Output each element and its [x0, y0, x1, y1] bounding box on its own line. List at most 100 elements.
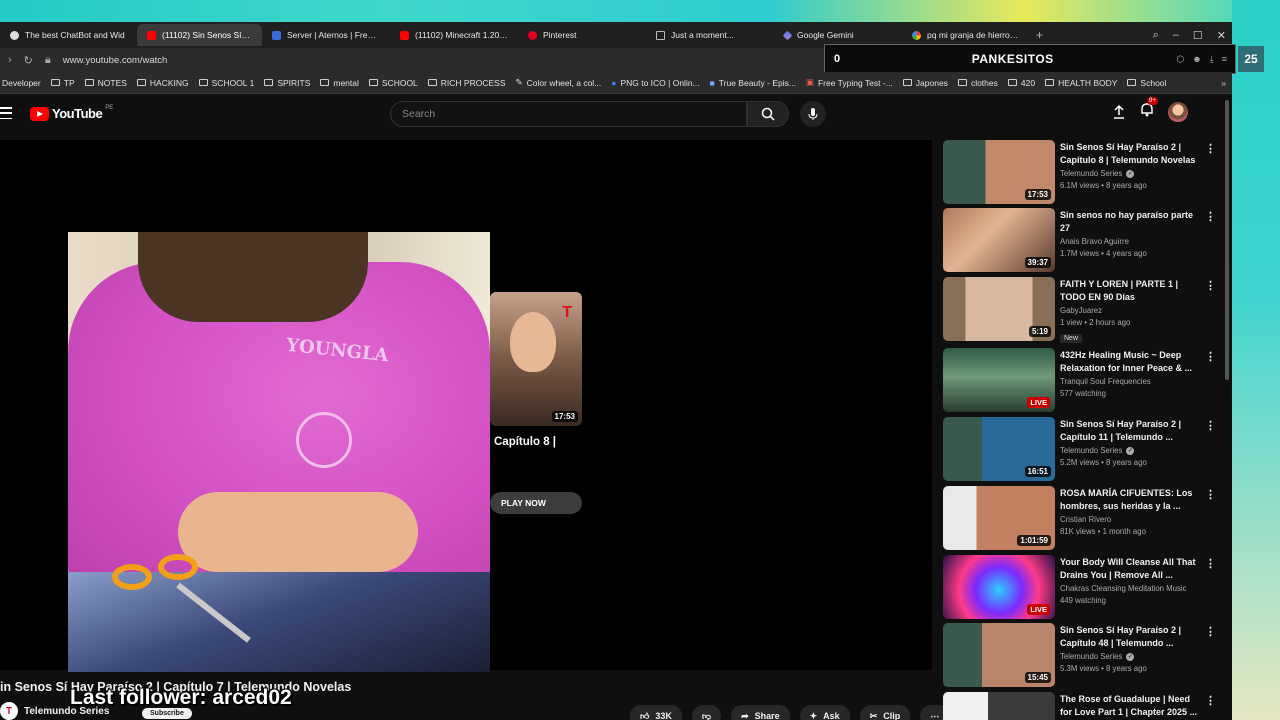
- bookmark-item[interactable]: ■ True Beauty - Epis...: [710, 78, 796, 88]
- bookmark-folder[interactable]: clothes: [957, 78, 998, 88]
- like-button[interactable]: 👍︎ 33K: [630, 705, 682, 720]
- recommendation-channel[interactable]: Tranquil Soul Frequencies: [1060, 377, 1151, 386]
- youtube-logo[interactable]: YouTube PE: [30, 105, 113, 121]
- recommendation-thumbnail[interactable]: 5:19: [943, 277, 1055, 341]
- recommendation-channel[interactable]: Telemundo Series: [1060, 652, 1122, 661]
- recommendation-channel[interactable]: Telemundo Series: [1060, 169, 1122, 178]
- bookmark-folder[interactable]: SCHOOL: [368, 78, 418, 88]
- recommendation-title[interactable]: Sin Senos Sí Hay Paraíso 2 | Capítulo 11…: [1060, 418, 1200, 443]
- bookmark-folder[interactable]: RICH PROCESS: [427, 78, 506, 88]
- recommendation-item[interactable]: 39:37 Sin senos no hay paraíso parte 27 …: [943, 208, 1223, 272]
- account-avatar[interactable]: [1168, 102, 1188, 122]
- profile-icon[interactable]: ☻: [1192, 54, 1201, 65]
- recommendation-title[interactable]: The Rose of Guadalupe | Need for Love Pa…: [1060, 693, 1200, 718]
- bookmark-folder[interactable]: NOTES: [84, 78, 127, 88]
- recommendation-thumbnail[interactable]: [943, 692, 1055, 720]
- reload-icon[interactable]: ↻: [24, 54, 33, 67]
- recommendation-item[interactable]: 17:53 Sin Senos Sí Hay Paraíso 2 | Capít…: [943, 140, 1223, 204]
- recommendation-thumbnail[interactable]: 39:37: [943, 208, 1055, 272]
- bookmark-item[interactable]: ● PNG to ICO | Onlin...: [611, 78, 699, 88]
- kebab-menu-icon[interactable]: ⋮: [1205, 142, 1216, 155]
- voice-search-button[interactable]: [800, 101, 826, 127]
- recommendation-item[interactable]: 1:01:59 ROSA MARÍA CIFUENTES: Los hombre…: [943, 486, 1223, 550]
- forward-icon[interactable]: ›: [8, 54, 12, 66]
- maximize-icon[interactable]: ☐: [1193, 29, 1203, 42]
- recommendation-title[interactable]: FAITH Y LOREN | PARTE 1 | TODO EN 90 Día…: [1060, 278, 1200, 303]
- endcard-title[interactable]: Capítulo 8 |: [494, 436, 556, 448]
- recommendation-thumbnail[interactable]: 16:51: [943, 417, 1055, 481]
- video-player[interactable]: YOUNGLA T 17:53 Capítulo 8 | PLAY NOW: [0, 140, 932, 672]
- recommendation-channel[interactable]: Telemundo Series: [1060, 446, 1122, 455]
- extensions-icon[interactable]: ⬡: [1176, 54, 1184, 65]
- close-icon[interactable]: ✕: [1217, 29, 1226, 42]
- more-bookmarks-icon[interactable]: »: [1221, 78, 1232, 88]
- bookmark-folder[interactable]: TP: [50, 78, 75, 88]
- bookmark-folder[interactable]: School: [1127, 78, 1166, 88]
- notifications-button[interactable]: 9+: [1140, 97, 1158, 122]
- search-input[interactable]: Search: [390, 101, 747, 127]
- new-tab-button[interactable]: +: [1030, 28, 1049, 42]
- endcard-thumbnail[interactable]: T 17:53: [490, 292, 582, 426]
- bookmark-folder[interactable]: SCHOOL 1: [198, 78, 254, 88]
- tab-youtube-active[interactable]: (11102) Sin Senos Sí Hay P: [137, 24, 262, 46]
- site-info-icon[interactable]: 🔒︎: [45, 54, 51, 67]
- bookmark-item[interactable]: ▣ Free Typing Test -...: [806, 77, 893, 88]
- bookmark-folder[interactable]: mental: [320, 78, 359, 88]
- url-field[interactable]: www.youtube.com/watch: [63, 55, 168, 66]
- bookmark-item[interactable]: Developer: [2, 78, 41, 88]
- recommendation-thumbnail[interactable]: 15:45: [943, 623, 1055, 687]
- upload-icon[interactable]: [1112, 105, 1126, 119]
- dislike-button[interactable]: 👎︎: [691, 705, 722, 720]
- recommendation-title[interactable]: ROSA MARÍA CIFUENTES: Los hombres, sus h…: [1060, 487, 1200, 512]
- recommendation-item[interactable]: 15:45 Sin Senos Sí Hay Paraíso 2 | Capít…: [943, 623, 1223, 687]
- recommendation-title[interactable]: Sin senos no hay paraíso parte 27: [1060, 209, 1200, 234]
- recommendation-item[interactable]: The Rose of Guadalupe | Need for Love Pa…: [943, 692, 1223, 720]
- bookmark-folder[interactable]: HEALTH BODY: [1045, 78, 1117, 88]
- kebab-menu-icon[interactable]: ⋮: [1205, 350, 1216, 363]
- menu-icon[interactable]: ≡: [1222, 54, 1227, 65]
- download-icon[interactable]: ⤓: [1210, 54, 1214, 65]
- kebab-menu-icon[interactable]: ⋮: [1205, 557, 1216, 570]
- bookmark-item[interactable]: ✎ Color wheel, a col...: [516, 77, 602, 88]
- kebab-menu-icon[interactable]: ⋮: [1205, 488, 1216, 501]
- tab-google-search[interactable]: pq mi granja de hierro me: [902, 24, 1030, 46]
- recommendation-title[interactable]: 432Hz Healing Music ~ Deep Relaxation fo…: [1060, 349, 1200, 374]
- bookmark-folder[interactable]: Japones: [902, 78, 948, 88]
- recommendation-channel[interactable]: Cristian Rivero: [1060, 515, 1111, 524]
- kebab-menu-icon[interactable]: ⋮: [1205, 625, 1216, 638]
- recommendation-title[interactable]: Sin Senos Sí Hay Paraíso 2 | Capítulo 8 …: [1060, 141, 1200, 166]
- clip-button[interactable]: ✂ Clip: [859, 705, 911, 720]
- recommendation-channel[interactable]: GabyJuarez: [1060, 306, 1102, 315]
- tab-aternos[interactable]: Server | Aternos | Free Mi: [262, 24, 390, 46]
- search-button[interactable]: [747, 101, 789, 127]
- recommendation-item[interactable]: 5:19 FAITH Y LOREN | PARTE 1 | TODO EN 9…: [943, 277, 1223, 343]
- recommendation-item[interactable]: LIVE 432Hz Healing Music ~ Deep Relaxati…: [943, 348, 1223, 412]
- recommendation-channel[interactable]: Chakras Cleansing Meditation Music: [1060, 584, 1187, 593]
- share-button[interactable]: ➦ Share: [731, 705, 790, 720]
- recommendation-title[interactable]: Sin Senos Sí Hay Paraíso 2 | Capítulo 48…: [1060, 624, 1200, 649]
- kebab-menu-icon[interactable]: ⋮: [1205, 210, 1216, 223]
- channel-avatar[interactable]: T: [0, 702, 18, 720]
- recommendation-thumbnail[interactable]: 1:01:59: [943, 486, 1055, 550]
- tab-minecraft[interactable]: (11102) Minecraft 1.20 Eas: [390, 24, 518, 46]
- minimize-icon[interactable]: –: [1173, 29, 1179, 41]
- page-scrollbar[interactable]: [1225, 100, 1229, 380]
- kebab-menu-icon[interactable]: ⋮: [1205, 419, 1216, 432]
- search-tabs-icon[interactable]: ⌕: [1153, 29, 1159, 42]
- tab-pinterest[interactable]: Pinterest: [518, 24, 646, 46]
- bookmark-folder[interactable]: HACKING: [136, 78, 189, 88]
- bookmark-folder[interactable]: 420: [1007, 78, 1035, 88]
- tab-chatbot[interactable]: The best ChatBot and Wid: [0, 24, 137, 46]
- ask-button[interactable]: ✦ Ask: [799, 705, 850, 720]
- recommendation-thumbnail[interactable]: 17:53: [943, 140, 1055, 204]
- tab-gemini[interactable]: Google Gemini: [774, 24, 902, 46]
- recommendation-thumbnail[interactable]: LIVE: [943, 555, 1055, 619]
- tab-just-a-moment[interactable]: Just a moment...: [646, 24, 774, 46]
- hamburger-menu-icon[interactable]: [0, 107, 12, 119]
- bookmark-folder[interactable]: SPIRITS: [264, 78, 310, 88]
- recommendation-item[interactable]: 16:51 Sin Senos Sí Hay Paraíso 2 | Capít…: [943, 417, 1223, 481]
- recommendation-thumbnail[interactable]: LIVE: [943, 348, 1055, 412]
- recommendation-item[interactable]: LIVE Your Body Will Cleanse All That Dra…: [943, 555, 1223, 619]
- kebab-menu-icon[interactable]: ⋮: [1205, 694, 1216, 707]
- play-now-button[interactable]: PLAY NOW: [490, 492, 582, 514]
